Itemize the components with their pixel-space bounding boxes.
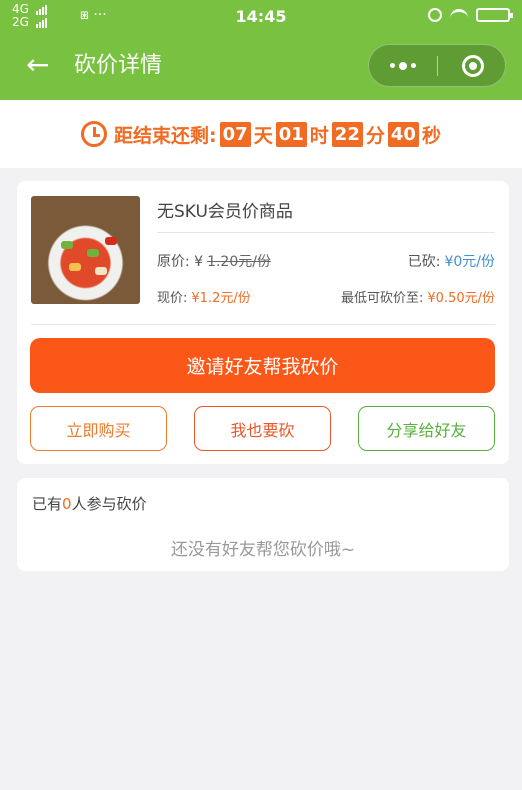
participants-suffix: 人参与砍价 [71, 495, 147, 513]
cut-amount-value: ¥0元/份 [444, 254, 495, 270]
product-name: 无SKU会员价商品 [157, 202, 293, 222]
original-price: 原价: ¥1.20元/份 [157, 251, 271, 271]
participants-count: 已有0人参与砍价 [32, 493, 147, 514]
countdown-minute-unit: 分 [365, 124, 385, 147]
countdown-days: 07 [219, 121, 251, 147]
original-price-value: 1.20元/份 [207, 254, 271, 270]
countdown-banner: 距结束还剩: 07 天 01 时 22 分 40 秒 [0, 100, 522, 168]
share-button[interactable]: 分享给好友 [358, 406, 495, 451]
countdown-minutes: 22 [331, 121, 363, 147]
battery-icon [476, 8, 513, 22]
countdown-hours: 01 [275, 121, 307, 147]
participants-prefix: 已有 [32, 495, 63, 513]
product-card: 无SKU会员价商品 原价: ¥1.20元/份 已砍: ¥0元/份 现价: ¥1.2元… [17, 181, 509, 464]
mini-program-capsule [368, 44, 506, 87]
buy-now-button[interactable]: 立即购买 [30, 406, 167, 451]
wifi-icon [450, 9, 468, 21]
countdown-second-unit: 秒 [421, 124, 441, 147]
divider [31, 324, 495, 325]
empty-participants-message: 还没有好友帮您砍价哦~ [170, 540, 356, 560]
countdown-day-unit: 天 [253, 124, 273, 147]
invite-friends-button[interactable]: 邀请好友帮我砍价 [30, 338, 495, 393]
min-price-label: 最低可砍价至: [341, 291, 424, 306]
countdown-seconds: 40 [387, 121, 419, 147]
current-price-value: ¥1.2元/份 [191, 291, 251, 306]
more-dots-icon[interactable] [369, 45, 437, 86]
nav-bar: ← 砍价详情 [0, 32, 522, 100]
status-right-icons [428, 8, 513, 22]
back-arrow-icon[interactable]: ← [26, 50, 49, 80]
countdown-hour-unit: 时 [309, 124, 329, 147]
cut-amount-label: 已砍: [407, 254, 441, 270]
divider [157, 232, 495, 233]
participants-card: 已有0人参与砍价 还没有好友帮您砍价哦~ [17, 478, 509, 571]
page-title: 砍价详情 [74, 53, 163, 78]
alarm-clock-icon [81, 121, 108, 147]
cut-amount: 已砍: ¥0元/份 [408, 251, 495, 271]
capsule-close-icon[interactable] [462, 55, 484, 77]
participants-number: 0 [62, 495, 72, 513]
me-too-button[interactable]: 我也要砍 [194, 406, 331, 451]
min-price-value: ¥0.50元/份 [427, 291, 495, 306]
status-bar: 4G 2G ⧆ ··· 14:45 [0, 0, 522, 32]
capsule-divider [437, 56, 438, 76]
original-price-label: 原价: ¥ [157, 254, 204, 270]
current-price: 现价: ¥1.2元/份 [157, 287, 251, 306]
min-price: 最低可砍价至: ¥0.50元/份 [341, 287, 495, 306]
product-image[interactable] [31, 196, 140, 304]
alarm-icon [428, 8, 442, 22]
current-price-label: 现价: [157, 291, 188, 306]
countdown-prefix: 距结束还剩: [114, 124, 217, 147]
